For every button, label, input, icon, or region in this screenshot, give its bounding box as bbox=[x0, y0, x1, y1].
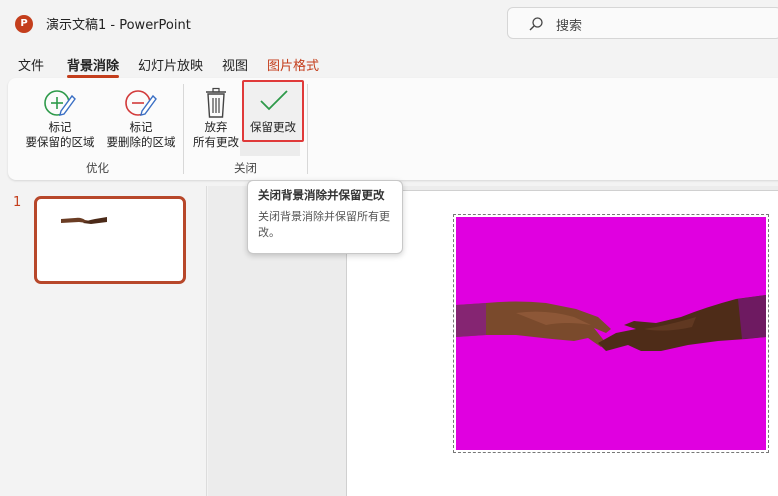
mark-areas-to-keep-button[interactable]: 标记 要保留的区域 bbox=[20, 86, 100, 150]
window-title: 演示文稿1 - PowerPoint bbox=[46, 18, 191, 33]
tab-background-removal[interactable]: 背景消除 bbox=[67, 55, 120, 78]
keep-changes-button[interactable]: 保留更改 bbox=[242, 80, 304, 142]
trash-icon bbox=[206, 87, 226, 118]
ribbon-separator bbox=[183, 84, 184, 174]
tooltip-description: 关闭背景消除并保留所有更改。 bbox=[258, 210, 390, 239]
mark-keep-label-2: 要保留的区域 bbox=[25, 135, 95, 149]
tooltip-title: 关闭背景消除并保留更改 bbox=[258, 188, 385, 202]
search-box[interactable]: 搜索 bbox=[507, 7, 778, 39]
mark-keep-label-1: 标记 bbox=[48, 120, 72, 134]
pencil-plus-icon bbox=[44, 90, 76, 116]
picture-selection-frame[interactable] bbox=[453, 214, 769, 453]
tab-view[interactable]: 视图 bbox=[222, 55, 248, 74]
search-icon bbox=[529, 17, 543, 31]
pencil-minus-icon bbox=[125, 90, 157, 116]
checkmark-icon bbox=[260, 90, 288, 111]
powerpoint-logo-icon: P bbox=[15, 15, 33, 33]
discard-label-1: 放弃 bbox=[204, 120, 228, 134]
ribbon-separator bbox=[307, 84, 308, 174]
hands-image bbox=[456, 295, 766, 351]
title-bar: P 演示文稿1 - PowerPoint 搜索 bbox=[0, 0, 778, 46]
tab-picture-format[interactable]: 图片格式 bbox=[267, 55, 319, 74]
mark-remove-label-1: 标记 bbox=[129, 120, 153, 134]
mark-remove-label-2: 要删除的区域 bbox=[106, 135, 176, 149]
search-placeholder: 搜索 bbox=[556, 19, 583, 34]
keep-changes-tooltip: 关闭背景消除并保留更改 关闭背景消除并保留所有更改。 bbox=[247, 180, 403, 254]
tab-file[interactable]: 文件 bbox=[18, 55, 44, 74]
button-hover-background bbox=[240, 140, 300, 156]
discard-label-2: 所有更改 bbox=[193, 135, 239, 149]
tab-slideshow[interactable]: 幻灯片放映 bbox=[138, 55, 203, 74]
mark-areas-to-remove-button[interactable]: 标记 要删除的区域 bbox=[98, 86, 184, 150]
ribbon: 标记 要保留的区域 标记 要删除的区域 优化 放弃 所有更改 保留更改 关闭 bbox=[8, 78, 778, 180]
thumbnail-hands-image bbox=[61, 217, 107, 224]
slide-number: 1 bbox=[13, 195, 22, 210]
slide-thumbnail-panel: 1 bbox=[0, 186, 207, 496]
discard-all-changes-button[interactable]: 放弃 所有更改 bbox=[190, 86, 242, 150]
slide-thumbnail[interactable] bbox=[34, 196, 186, 284]
picture-background-removal-preview[interactable] bbox=[456, 217, 766, 450]
group-label-refine: 优化 bbox=[86, 161, 109, 175]
ribbon-tabs: 文件 背景消除 幻灯片放映 视图 图片格式 bbox=[0, 50, 778, 78]
group-label-close: 关闭 bbox=[234, 161, 257, 175]
keep-changes-label: 保留更改 bbox=[250, 120, 296, 134]
